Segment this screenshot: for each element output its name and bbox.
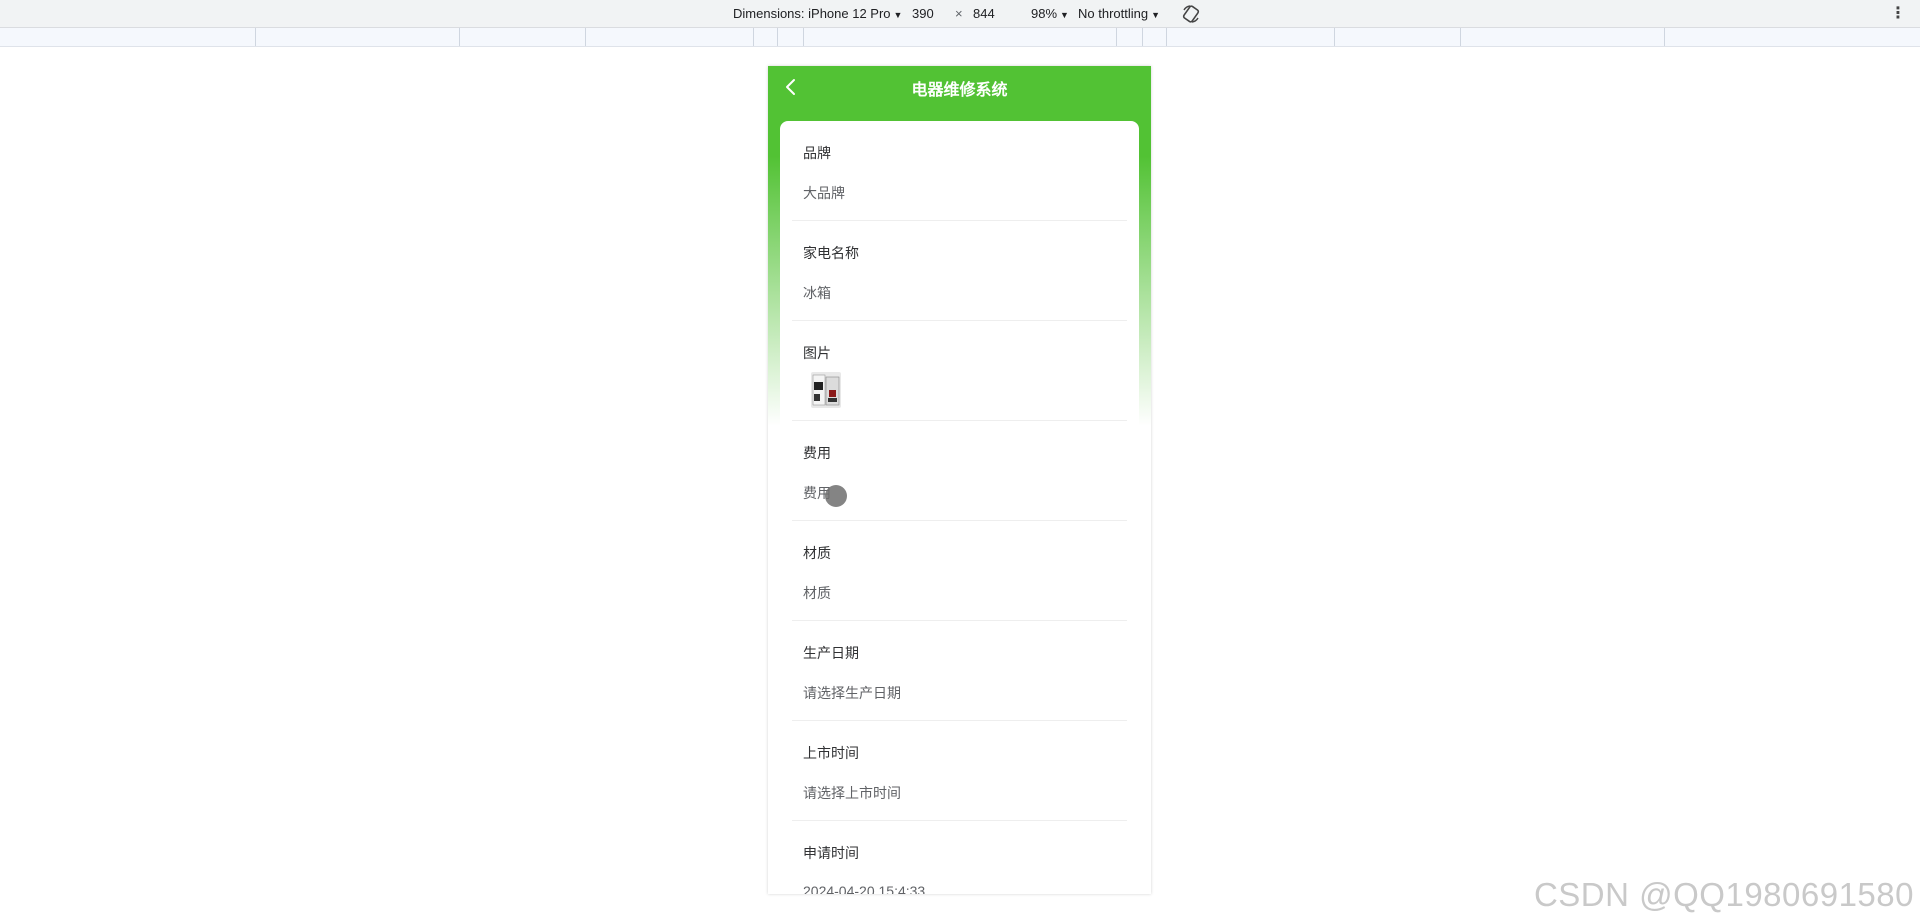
width-input[interactable]: 390 bbox=[912, 6, 934, 21]
nav-bar: 电器维修系统 bbox=[768, 66, 1151, 108]
field-image: 图片 bbox=[792, 321, 1127, 421]
zoom-label: 98% bbox=[1031, 6, 1058, 21]
launch-time-picker[interactable]: 请选择上市时间 bbox=[803, 783, 901, 803]
ruler-tick bbox=[1166, 28, 1167, 46]
field-value: 冰箱 bbox=[803, 285, 831, 301]
field-launch-time[interactable]: 上市时间 请选择上市时间 bbox=[792, 721, 1127, 821]
media-query-ruler[interactable] bbox=[0, 28, 1920, 47]
ruler-tick bbox=[777, 28, 778, 46]
field-label: 生产日期 bbox=[803, 645, 859, 661]
field-appliance-name: 家电名称 冰箱 bbox=[792, 221, 1127, 321]
field-label: 品牌 bbox=[803, 145, 831, 161]
field-cost: 费用 费用 bbox=[792, 421, 1127, 521]
ruler-tick bbox=[255, 28, 256, 46]
rotate-device-icon[interactable] bbox=[1181, 4, 1201, 24]
field-label: 图片 bbox=[803, 345, 831, 361]
times-icon: × bbox=[955, 6, 963, 21]
throttling-dropdown[interactable]: No throttling ▼ bbox=[1078, 6, 1160, 21]
ruler-tick bbox=[1460, 28, 1461, 46]
appliance-image-thumbnail[interactable] bbox=[811, 372, 841, 408]
ruler-tick bbox=[1664, 28, 1665, 46]
caret-down-icon: ▼ bbox=[893, 10, 903, 20]
device-dimensions-dropdown[interactable]: Dimensions: iPhone 12 Pro ▼ bbox=[733, 6, 902, 21]
watermark: CSDN @QQ1980691580 bbox=[1533, 876, 1914, 913]
throttling-label: No throttling bbox=[1078, 6, 1149, 21]
zoom-dropdown[interactable]: 98% ▼ bbox=[1031, 6, 1069, 21]
ruler-tick bbox=[585, 28, 586, 46]
field-label: 费用 bbox=[803, 445, 831, 461]
field-value: 大品牌 bbox=[803, 185, 845, 201]
ruler-tick bbox=[459, 28, 460, 46]
phone-viewport: 电器维修系统 品牌 大品牌 家电名称 冰箱 图片 费用 费用 材质 材质 生产日… bbox=[768, 66, 1151, 894]
field-apply-time: 申请时间 2024-04-20 15:4:33 bbox=[792, 821, 1127, 894]
field-value: 材质 bbox=[803, 585, 831, 601]
caret-down-icon: ▼ bbox=[1151, 10, 1161, 20]
ruler-tick bbox=[1142, 28, 1143, 46]
ruler-tick bbox=[1334, 28, 1335, 46]
page-title: 电器维修系统 bbox=[911, 82, 1008, 99]
caret-down-icon: ▼ bbox=[1060, 10, 1069, 20]
device-dimensions-label: Dimensions: iPhone 12 Pro bbox=[733, 6, 891, 21]
devtools-device-toolbar: Dimensions: iPhone 12 Pro ▼ 390 × 844 98%… bbox=[0, 0, 1920, 28]
ruler-tick bbox=[803, 28, 804, 46]
touch-cursor-indicator bbox=[825, 485, 847, 507]
production-date-picker[interactable]: 请选择生产日期 bbox=[803, 683, 901, 703]
field-material: 材质 材质 bbox=[792, 521, 1127, 621]
field-label: 家电名称 bbox=[803, 245, 859, 261]
more-options-icon[interactable]: ⋮ bbox=[1890, 3, 1906, 23]
field-brand: 品牌 大品牌 bbox=[792, 121, 1127, 221]
field-label: 上市时间 bbox=[803, 745, 859, 761]
ruler-tick bbox=[1116, 28, 1117, 46]
height-input[interactable]: 844 bbox=[973, 6, 995, 21]
ruler-tick bbox=[753, 28, 754, 46]
field-value: 2024-04-20 15:4:33 bbox=[803, 883, 926, 894]
field-label: 申请时间 bbox=[803, 845, 859, 861]
field-production-date[interactable]: 生产日期 请选择生产日期 bbox=[792, 621, 1127, 721]
field-label: 材质 bbox=[803, 545, 831, 561]
detail-form-card: 品牌 大品牌 家电名称 冰箱 图片 费用 费用 材质 材质 生产日期 请选择生产… bbox=[780, 121, 1139, 894]
